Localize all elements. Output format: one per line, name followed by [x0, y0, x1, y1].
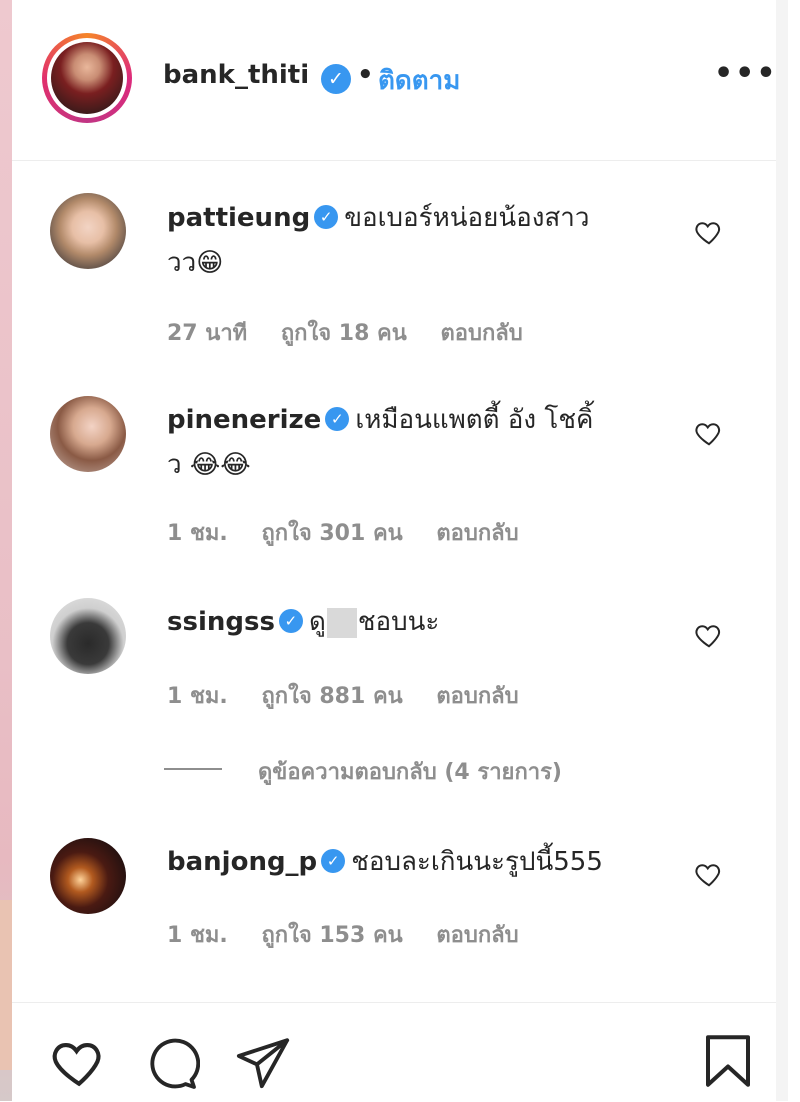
- comment-meta: 1 ชม. ถูกใจ 301 คน ตอบกลับ: [167, 515, 545, 550]
- comment-meta: 27 นาที ถูกใจ 18 คน ตอบกลับ: [167, 315, 549, 350]
- comment-avatar[interactable]: [50, 193, 126, 269]
- follow-button[interactable]: ติดตาม: [378, 60, 460, 101]
- reply-button[interactable]: ตอบกลับ: [436, 684, 518, 709]
- more-options-icon[interactable]: •••: [714, 56, 778, 91]
- post-header: bank_thiti ✓ • ติดตาม •••: [12, 0, 788, 161]
- story-ring-avatar[interactable]: [42, 33, 132, 123]
- comment-likes[interactable]: ถูกใจ 881 คน: [261, 684, 402, 709]
- comment-username[interactable]: pattieung: [167, 203, 310, 233]
- separator-dot: •: [357, 60, 374, 90]
- comment-likes[interactable]: ถูกใจ 301 คน: [261, 521, 402, 546]
- reply-button[interactable]: ตอบกลับ: [436, 521, 518, 546]
- comment-body: ชอบละเกินนะรูปนี้555: [351, 847, 603, 877]
- panel-edge: [776, 0, 788, 1101]
- verified-badge-icon: ✓: [321, 64, 351, 94]
- header-username[interactable]: bank_thiti: [163, 60, 309, 90]
- comment-body: ขอเบอร์หน่อยน้องสาว: [344, 203, 590, 233]
- like-comment-heart-icon[interactable]: [694, 217, 724, 247]
- comment-text: ssingss ✓ ดู ชอบนะ: [167, 602, 439, 642]
- comment-time[interactable]: 1 ชม.: [167, 684, 228, 709]
- comment-text: pinenerize ✓ เหมือนแพตตี้ อัง โชคิ้: [167, 400, 593, 440]
- comment-avatar[interactable]: [50, 396, 126, 472]
- like-comment-heart-icon[interactable]: [694, 620, 724, 650]
- view-replies-button[interactable]: ดูข้อความตอบกลับ (4 รายการ): [258, 754, 562, 789]
- comment-time[interactable]: 1 ชม.: [167, 521, 228, 546]
- verified-badge-icon: ✓: [314, 204, 339, 229]
- censored-blur: [326, 607, 357, 638]
- comment-avatar[interactable]: [50, 598, 126, 674]
- comment-time[interactable]: 1 ชม.: [167, 923, 228, 948]
- verified-badge-icon: ✓: [321, 848, 346, 873]
- comment-username[interactable]: ssingss: [167, 607, 275, 637]
- reply-button[interactable]: ตอบกลับ: [436, 923, 518, 948]
- comment-body: เหมือนแพตตี้ อัง โชคิ้: [355, 405, 594, 435]
- post-actions-bar: [12, 1002, 788, 1102]
- replies-divider: [164, 768, 222, 770]
- reply-button[interactable]: ตอบกลับ: [440, 321, 522, 346]
- share-icon[interactable]: [234, 1033, 292, 1091]
- comment-likes[interactable]: ถูกใจ 18 คน: [281, 321, 407, 346]
- comment-text-continued: วว😁: [167, 248, 224, 278]
- comment-icon[interactable]: [142, 1035, 200, 1093]
- verified-badge-icon: ✓: [325, 406, 350, 431]
- comment-likes[interactable]: ถูกใจ 153 คน: [261, 923, 402, 948]
- bookmark-icon[interactable]: [698, 1031, 758, 1091]
- avatar: [51, 42, 123, 114]
- like-comment-heart-icon[interactable]: [694, 418, 724, 448]
- comment-text: banjong_p ✓ ชอบละเกินนะรูปนี้555: [167, 842, 603, 882]
- heart-icon[interactable]: [50, 1033, 108, 1091]
- comments-panel: bank_thiti ✓ • ติดตาม ••• pattieung ✓ ขอเบ…: [12, 0, 788, 1101]
- verified-badge-icon: ✓: [278, 608, 303, 633]
- comment-time[interactable]: 27 นาที: [167, 321, 247, 346]
- comment-meta: 1 ชม. ถูกใจ 153 คน ตอบกลับ: [167, 917, 545, 952]
- background-photo-strip: [0, 0, 12, 1101]
- comment-text-continued: ว 😂😂: [167, 450, 251, 480]
- comment-text: pattieung ✓ ขอเบอร์หน่อยน้องสาว: [167, 198, 589, 238]
- comment-username[interactable]: pinenerize: [167, 405, 321, 435]
- comment-avatar[interactable]: [50, 838, 126, 914]
- comment-username[interactable]: banjong_p: [167, 847, 317, 877]
- comment-body-start: ดู: [308, 607, 326, 637]
- comment-meta: 1 ชม. ถูกใจ 881 คน ตอบกลับ: [167, 678, 545, 713]
- comment-body-end: ชอบนะ: [357, 607, 440, 637]
- like-comment-heart-icon[interactable]: [694, 859, 724, 889]
